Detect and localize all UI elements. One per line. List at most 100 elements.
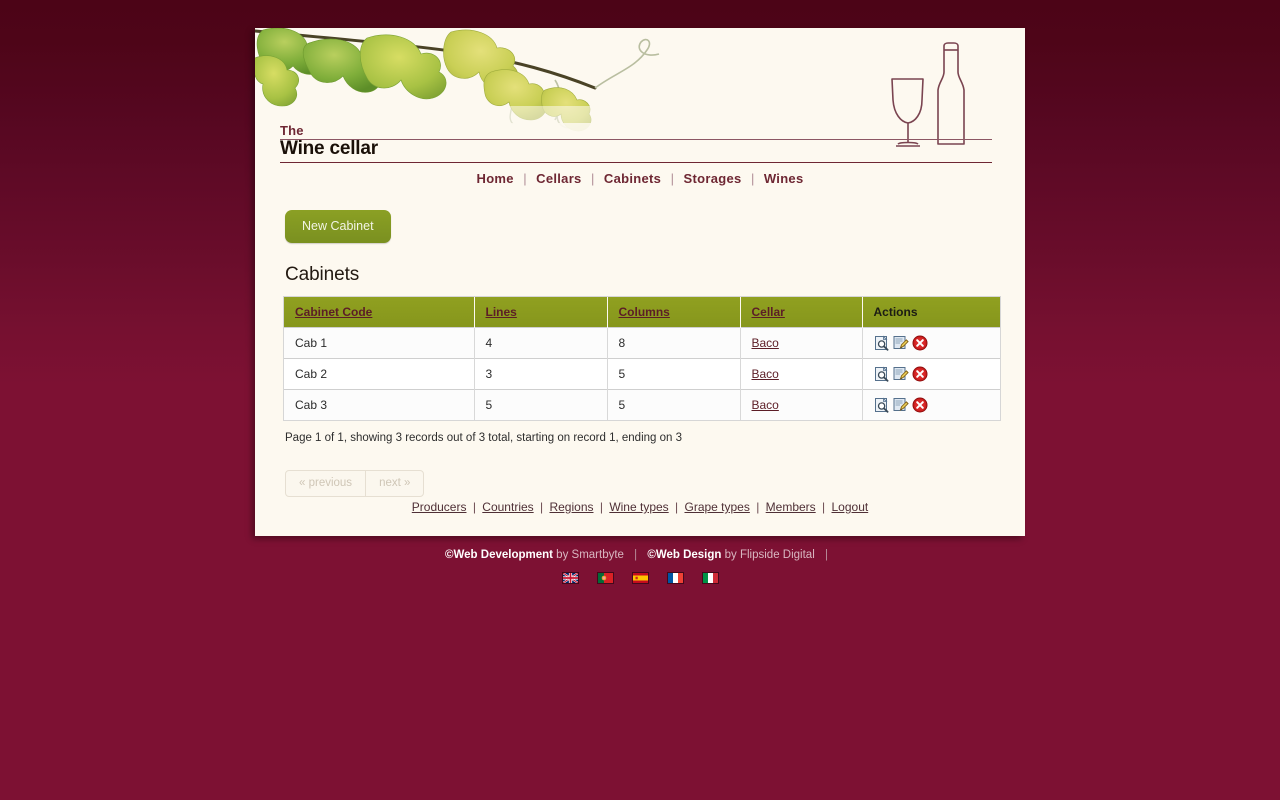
web-design-author: by Flipside Digital xyxy=(721,549,815,561)
site-header: The Wine cellar xyxy=(255,28,1025,163)
nav-item-wines[interactable]: Wines xyxy=(764,171,804,186)
sort-link-cellar[interactable]: Cellar xyxy=(752,305,785,319)
footer-link-countries[interactable]: Countries xyxy=(482,500,533,514)
spanish-flag-icon[interactable] xyxy=(631,572,649,584)
cellar-link[interactable]: Baco xyxy=(752,398,779,412)
row-actions xyxy=(874,397,1001,413)
copyright-mark: © xyxy=(647,549,656,561)
cellar-link[interactable]: Baco xyxy=(752,336,779,350)
web-development-label: Web Development xyxy=(453,549,553,561)
cell-lines: 3 xyxy=(474,357,608,389)
credits-separator: | xyxy=(634,549,638,561)
credits-trailing-separator: | xyxy=(824,549,828,561)
credits-bar: ©Web Development by Smartbyte | ©Web Des… xyxy=(0,549,1280,561)
footer-separator: | xyxy=(472,500,476,514)
page-panel: The Wine cellar Home | Cellars | Cabinet… xyxy=(255,28,1025,536)
english-flag-icon[interactable] xyxy=(561,572,579,584)
footer-link-producers[interactable]: Producers xyxy=(412,500,467,514)
cell-columns: 5 xyxy=(607,388,741,420)
table-row: Cab 2 3 5 Baco xyxy=(284,357,1001,389)
new-cabinet-button[interactable]: New Cabinet xyxy=(285,210,391,243)
footer-separator: | xyxy=(599,500,603,514)
cell-cabinet-code: Cab 1 xyxy=(284,326,475,358)
column-header-cabinet-code[interactable]: Cabinet Code xyxy=(284,297,475,327)
view-icon[interactable] xyxy=(874,397,890,413)
view-icon[interactable] xyxy=(874,335,890,351)
nav-item-storages[interactable]: Storages xyxy=(684,171,742,186)
table-header: Cabinet Code Lines Columns Cellar Action… xyxy=(284,297,1000,327)
footer-link-grape-types[interactable]: Grape types xyxy=(684,500,749,514)
cell-actions xyxy=(862,357,1001,389)
language-selector xyxy=(0,572,1280,584)
row-actions xyxy=(874,366,1001,382)
row-actions xyxy=(874,335,1001,351)
previous-page-button[interactable]: « previous xyxy=(286,471,367,496)
cell-cabinet-code: Cab 3 xyxy=(284,388,475,420)
view-icon[interactable] xyxy=(874,366,890,382)
page-content: New Cabinet Cabinets Cabinet Code Lines … xyxy=(255,183,1025,497)
nav-item-home[interactable]: Home xyxy=(477,171,514,186)
edit-icon[interactable] xyxy=(893,335,909,351)
cell-columns: 8 xyxy=(607,326,741,358)
footer-link-members[interactable]: Members xyxy=(766,500,816,514)
page-title: Cabinets xyxy=(285,264,360,285)
cell-lines: 5 xyxy=(474,388,608,420)
column-header-cellar[interactable]: Cellar xyxy=(740,297,863,327)
brand: The Wine cellar xyxy=(280,124,378,160)
cabinets-table: Cabinet Code Lines Columns Cellar Action… xyxy=(284,297,1000,420)
column-header-actions-label: Actions xyxy=(873,304,918,319)
portuguese-flag-icon[interactable] xyxy=(596,572,614,584)
nav-item-cellars[interactable]: Cellars xyxy=(536,171,581,186)
sort-link-cabinet-code[interactable]: Cabinet Code xyxy=(295,305,372,319)
sort-link-columns[interactable]: Columns xyxy=(619,305,670,319)
delete-icon[interactable] xyxy=(912,397,928,413)
footer-separator: | xyxy=(675,500,679,514)
next-page-button[interactable]: next » xyxy=(366,471,423,496)
brand-name: Wine cellar xyxy=(280,138,378,159)
french-flag-icon[interactable] xyxy=(666,572,684,584)
cell-cellar: Baco xyxy=(740,388,863,420)
footer-link-regions[interactable]: Regions xyxy=(549,500,593,514)
nav-separator: | xyxy=(670,171,675,186)
cell-columns: 5 xyxy=(607,357,741,389)
cell-lines: 4 xyxy=(474,326,608,358)
edit-icon[interactable] xyxy=(893,397,909,413)
footer-link-logout[interactable]: Logout xyxy=(832,500,869,514)
footer-link-wine-types[interactable]: Wine types xyxy=(609,500,668,514)
footer-separator: | xyxy=(540,500,544,514)
header-rule-thick xyxy=(280,162,992,163)
main-navigation: Home | Cellars | Cabinets | Storages | W… xyxy=(255,170,1025,188)
column-header-actions: Actions xyxy=(862,297,1000,327)
nav-separator: | xyxy=(750,171,755,186)
sort-link-lines[interactable]: Lines xyxy=(486,305,517,319)
table-header-row: Cabinet Code Lines Columns Cellar Action… xyxy=(284,297,1000,327)
column-header-lines[interactable]: Lines xyxy=(474,297,608,327)
header-rule-thin xyxy=(280,139,992,140)
table-row: Cab 3 5 5 Baco xyxy=(284,388,1001,420)
record-status-text: Page 1 of 1, showing 3 records out of 3 … xyxy=(285,432,683,444)
web-design-label: Web Design xyxy=(655,549,722,561)
wine-glass-and-bottle-icon xyxy=(891,42,965,147)
cell-cellar: Baco xyxy=(740,326,863,358)
cell-cellar: Baco xyxy=(740,357,863,389)
web-development-author: by Smartbyte xyxy=(552,549,624,561)
cell-actions xyxy=(862,326,1001,358)
delete-icon[interactable] xyxy=(912,366,928,382)
footer-separator: | xyxy=(822,500,826,514)
cell-cabinet-code: Cab 2 xyxy=(284,357,475,389)
column-header-columns[interactable]: Columns xyxy=(607,297,741,327)
table-body: Cab 1 4 8 Baco Cab 2 3 5 Baco Cab 3 5 5 … xyxy=(284,326,1001,420)
italian-flag-icon[interactable] xyxy=(701,572,719,584)
cell-actions xyxy=(862,388,1001,420)
delete-icon[interactable] xyxy=(912,335,928,351)
edit-icon[interactable] xyxy=(893,366,909,382)
cellar-link[interactable]: Baco xyxy=(752,367,779,381)
footer-separator: | xyxy=(756,500,760,514)
brand-prefix: The xyxy=(280,123,304,138)
pagination: « previous next » xyxy=(285,470,425,497)
nav-separator: | xyxy=(591,171,595,186)
copyright-mark: © xyxy=(445,549,454,561)
nav-separator: | xyxy=(523,171,527,186)
nav-item-cabinets[interactable]: Cabinets xyxy=(604,171,661,186)
table-row: Cab 1 4 8 Baco xyxy=(284,326,1001,358)
